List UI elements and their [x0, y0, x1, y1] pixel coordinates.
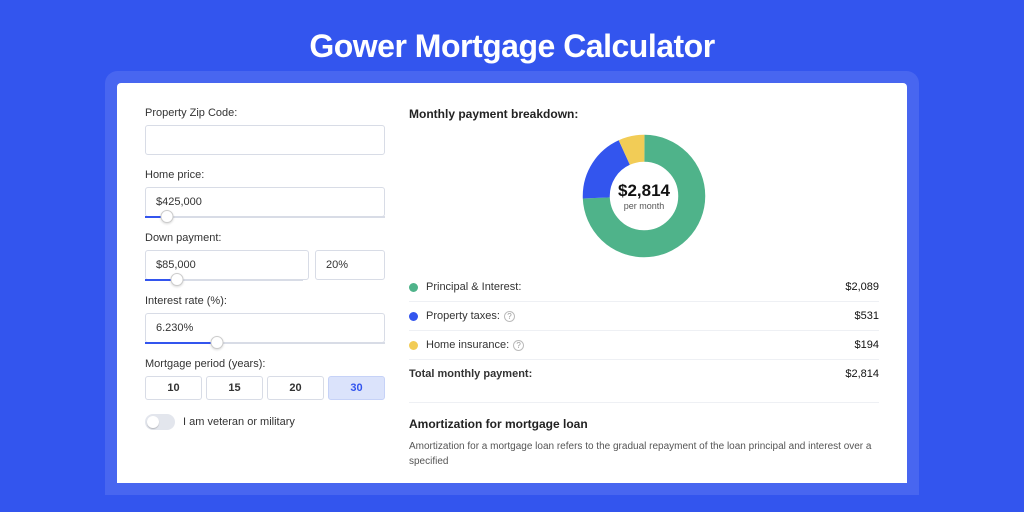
legend: Principal & Interest:$2,089Property taxe… [409, 273, 879, 359]
period-option-30[interactable]: 30 [328, 376, 385, 400]
legend-row: Home insurance:?$194 [409, 330, 879, 359]
down-payment-label: Down payment: [145, 232, 385, 244]
page-title: Gower Mortgage Calculator [0, 0, 1024, 83]
help-icon[interactable]: ? [504, 311, 515, 322]
veteran-toggle[interactable] [145, 414, 175, 430]
legend-value: $2,089 [845, 281, 879, 293]
legend-total-label: Total monthly payment: [409, 368, 845, 380]
results-panel: Monthly payment breakdown: $2,814 per mo… [409, 107, 879, 483]
home-price-field-group: Home price: [145, 169, 385, 218]
down-payment-field-group: Down payment: [145, 232, 385, 281]
legend-total-value: $2,814 [845, 368, 879, 380]
zip-label: Property Zip Code: [145, 107, 385, 119]
interest-slider-fill [145, 342, 217, 344]
legend-dot [409, 312, 418, 321]
legend-value: $531 [855, 310, 879, 322]
help-icon[interactable]: ? [513, 340, 524, 351]
legend-label: Principal & Interest: [426, 281, 845, 293]
period-options: 10152030 [145, 376, 385, 400]
home-price-slider-thumb[interactable] [160, 210, 173, 223]
donut-sub: per month [618, 201, 670, 211]
calculator-card: Property Zip Code: Home price: Down paym… [117, 83, 907, 483]
donut-amount: $2,814 [618, 181, 670, 201]
down-payment-slider[interactable] [145, 279, 303, 281]
veteran-toggle-knob [147, 416, 159, 428]
down-payment-slider-thumb[interactable] [170, 273, 183, 286]
amortization-title: Amortization for mortgage loan [409, 402, 879, 431]
legend-label: Property taxes:? [426, 310, 855, 322]
amortization-text: Amortization for a mortgage loan refers … [409, 439, 879, 469]
home-price-label: Home price: [145, 169, 385, 181]
period-label: Mortgage period (years): [145, 358, 385, 370]
legend-row: Principal & Interest:$2,089 [409, 273, 879, 301]
interest-label: Interest rate (%): [145, 295, 385, 307]
interest-input[interactable] [145, 313, 385, 343]
legend-value: $194 [855, 339, 879, 351]
veteran-row: I am veteran or military [145, 414, 385, 430]
donut-center: $2,814 per month [618, 181, 670, 211]
interest-slider[interactable] [145, 342, 385, 344]
legend-dot [409, 283, 418, 292]
period-field-group: Mortgage period (years): 10152030 [145, 358, 385, 400]
veteran-label: I am veteran or military [183, 416, 295, 428]
home-price-input[interactable] [145, 187, 385, 217]
legend-total-row: Total monthly payment: $2,814 [409, 359, 879, 388]
legend-label: Home insurance:? [426, 339, 855, 351]
zip-input[interactable] [145, 125, 385, 155]
period-option-15[interactable]: 15 [206, 376, 263, 400]
legend-dot [409, 341, 418, 350]
legend-row: Property taxes:?$531 [409, 301, 879, 330]
period-option-20[interactable]: 20 [267, 376, 324, 400]
down-payment-pct-input[interactable] [315, 250, 385, 280]
down-payment-input[interactable] [145, 250, 309, 280]
breakdown-title: Monthly payment breakdown: [409, 107, 879, 121]
home-price-slider[interactable] [145, 216, 385, 218]
period-option-10[interactable]: 10 [145, 376, 202, 400]
interest-field-group: Interest rate (%): [145, 295, 385, 344]
form-panel: Property Zip Code: Home price: Down paym… [145, 107, 385, 483]
zip-field-group: Property Zip Code: [145, 107, 385, 155]
donut-chart-wrap: $2,814 per month [409, 133, 879, 259]
interest-slider-thumb[interactable] [211, 336, 224, 349]
donut-chart: $2,814 per month [581, 133, 707, 259]
